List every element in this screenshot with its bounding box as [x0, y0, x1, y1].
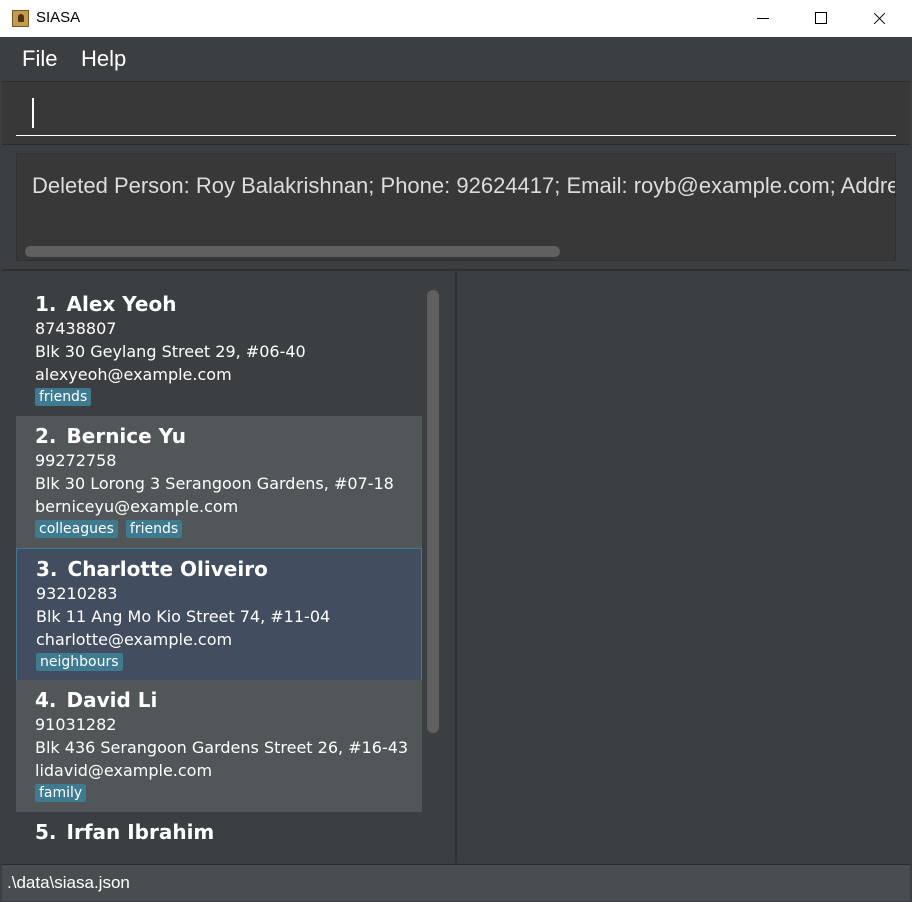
tag-label: family [35, 784, 87, 802]
tag-label: colleagues [35, 520, 118, 538]
person-name-text: Irfan Ibrahim [66, 820, 215, 844]
person-card[interactable]: 1. Alex Yeoh 87438807 Blk 30 Geylang Street… [16, 284, 422, 417]
result-display: Deleted Person: Roy Balakrishnan; Phone:… [16, 153, 896, 261]
person-address: Blk 30 Lorong 3 Serangoon Gardens, #07-1… [35, 474, 394, 493]
menu-bar: File Help [2, 38, 910, 82]
person-index: 5. [35, 820, 57, 844]
result-panel: Deleted Person: Roy Balakrishnan; Phone:… [2, 145, 910, 269]
person-index: 4. [35, 688, 57, 712]
person-address: Blk 30 Geylang Street 29, #06-40 [35, 342, 306, 361]
status-bar: .\data\siasa.json [2, 864, 910, 901]
person-list-panel: 1. Alex Yeoh 87438807 Blk 30 Geylang Street… [2, 271, 454, 863]
person-name: 3. Charlotte Oliveiro [36, 557, 268, 581]
tag-label: neighbours [36, 653, 123, 671]
person-name-text: Charlotte Oliveiro [67, 557, 268, 581]
person-email: alexyeoh@example.com [35, 365, 232, 384]
text-caret [32, 98, 34, 128]
address-book-icon [12, 10, 29, 27]
window-title: SIASA [36, 9, 81, 26]
person-name-text: David Li [66, 688, 158, 712]
person-phone: 93210283 [36, 584, 118, 603]
command-box [2, 82, 910, 145]
person-phone: 99272758 [35, 451, 117, 470]
person-index: 3. [36, 557, 58, 581]
person-address: Blk 436 Serangoon Gardens Street 26, #16… [35, 738, 409, 757]
menu-help[interactable]: Help [81, 46, 126, 72]
person-card[interactable]: 5. Irfan Ibrahim [16, 812, 422, 849]
person-card[interactable]: 3. Charlotte Oliveiro 93210283 Blk 11 Ang M… [16, 548, 422, 681]
menu-file[interactable]: File [22, 46, 57, 72]
result-text: Deleted Person: Roy Balakrishnan; Phone:… [32, 173, 896, 198]
person-card[interactable]: 4. David Li 91031282 Blk 436 Serangoon Gard… [16, 680, 422, 813]
person-email: lidavid@example.com [35, 761, 213, 780]
person-tags: colleagues friends [35, 520, 183, 538]
vertical-scrollbar[interactable] [427, 290, 439, 733]
person-name: 2. Bernice Yu [35, 424, 186, 448]
person-index: 2. [35, 424, 57, 448]
person-tags: neighbours [36, 653, 123, 671]
title-bar: SIASA [0, 0, 912, 37]
horizontal-scrollbar[interactable] [25, 246, 560, 257]
person-index: 1. [35, 292, 57, 316]
person-card[interactable]: 2. Bernice Yu 99272758 Blk 30 Lorong 3 Sera… [16, 416, 422, 549]
minimize-button[interactable] [734, 0, 792, 37]
maximize-button[interactable] [792, 0, 850, 37]
person-email: berniceyu@example.com [35, 497, 239, 516]
app-window: SIASA File Help Deleted Person: Roy Bala… [0, 0, 912, 902]
command-input[interactable] [16, 94, 896, 136]
person-list: 1. Alex Yeoh 87438807 Blk 30 Geylang Street… [16, 284, 422, 849]
detail-panel [455, 271, 910, 863]
person-tags: friends [35, 388, 92, 406]
tag-label: friends [125, 520, 183, 538]
person-name-text: Bernice Yu [66, 424, 186, 448]
person-address: Blk 11 Ang Mo Kio Street 74, #11-04 [36, 607, 331, 626]
person-name: 4. David Li [35, 688, 157, 712]
person-phone: 91031282 [35, 715, 117, 734]
person-email: charlotte@example.com [36, 630, 233, 649]
person-phone: 87438807 [35, 319, 117, 338]
person-name-text: Alex Yeoh [66, 292, 177, 316]
close-button[interactable] [850, 0, 908, 37]
person-tags: family [35, 784, 87, 802]
person-name: 1. Alex Yeoh [35, 292, 176, 316]
person-name: 5. Irfan Ibrahim [35, 820, 214, 844]
save-location: .\data\siasa.json [7, 873, 130, 892]
tag-label: friends [35, 388, 92, 406]
